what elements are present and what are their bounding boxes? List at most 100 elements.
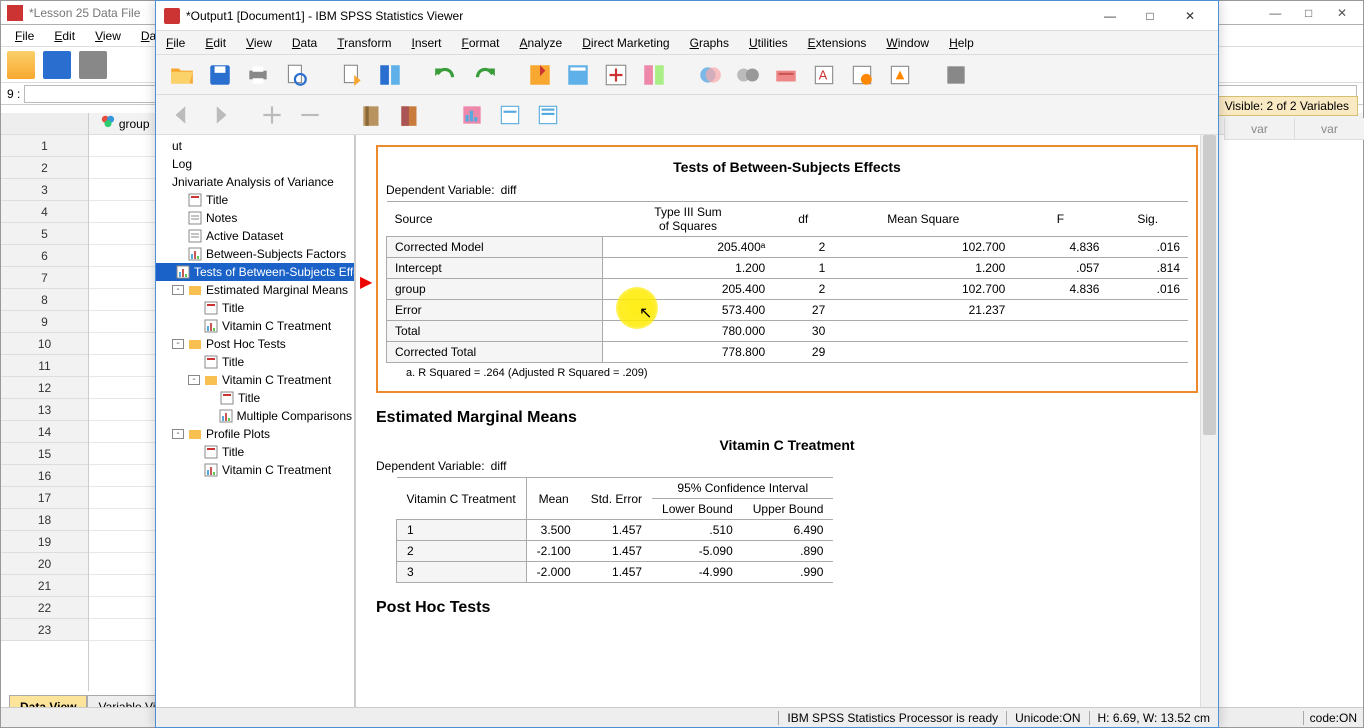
viewer-close-button[interactable]: ✕: [1170, 2, 1210, 30]
viewer-maximize-button[interactable]: □: [1130, 2, 1170, 30]
content-scrollbar[interactable]: [1200, 135, 1218, 707]
menu-help[interactable]: Help: [939, 36, 984, 50]
book-icon[interactable]: [394, 100, 426, 130]
row-header[interactable]: 12: [1, 377, 88, 399]
open-icon[interactable]: [166, 60, 198, 90]
outline-item[interactable]: Log: [156, 155, 354, 173]
row-header[interactable]: 16: [1, 465, 88, 487]
row-header[interactable]: 10: [1, 333, 88, 355]
tree-toggle-icon[interactable]: -: [188, 375, 200, 385]
row-header[interactable]: 5: [1, 223, 88, 245]
outline-pane[interactable]: utLogJnivariate Analysis of VarianceTitl…: [156, 135, 356, 707]
collapse-icon[interactable]: [294, 100, 326, 130]
row-header[interactable]: 6: [1, 245, 88, 267]
variables-icon[interactable]: [600, 60, 632, 90]
outline-item[interactable]: -Estimated Marginal Means: [156, 281, 354, 299]
col-var1[interactable]: var: [1224, 118, 1294, 139]
menu-extensions[interactable]: Extensions: [798, 36, 877, 50]
emm-table[interactable]: Vitamin C TreatmentMeanStd. Error95% Con…: [396, 477, 833, 583]
bg-close-button[interactable]: ✕: [1327, 6, 1357, 20]
goto-case-icon[interactable]: [562, 60, 594, 90]
row-header[interactable]: 4: [1, 201, 88, 223]
menu-file[interactable]: File: [156, 36, 195, 50]
outline-item[interactable]: Title: [156, 353, 354, 371]
print-icon[interactable]: [79, 51, 107, 79]
row-header[interactable]: 3: [1, 179, 88, 201]
row-header[interactable]: 9: [1, 311, 88, 333]
show-outline-icon[interactable]: [356, 100, 388, 130]
recall-dialog-icon[interactable]: [374, 60, 406, 90]
menu-utilities[interactable]: Utilities: [739, 36, 798, 50]
outline-item[interactable]: Jnivariate Analysis of Variance: [156, 173, 354, 191]
undo-icon[interactable]: [430, 60, 462, 90]
export-icon[interactable]: [336, 60, 368, 90]
bg-menu-view[interactable]: View: [85, 29, 131, 43]
menu-edit[interactable]: Edit: [195, 36, 236, 50]
outline-item[interactable]: Notes: [156, 209, 354, 227]
outline-item[interactable]: Title: [156, 299, 354, 317]
outline-item[interactable]: ut: [156, 137, 354, 155]
outline-item[interactable]: Active Dataset: [156, 227, 354, 245]
row-header[interactable]: 7: [1, 267, 88, 289]
split-file-icon[interactable]: [732, 60, 764, 90]
outline-item[interactable]: Title: [156, 389, 354, 407]
menu-direct-marketing[interactable]: Direct Marketing: [572, 36, 679, 50]
row-header[interactable]: 22: [1, 597, 88, 619]
row-header[interactable]: 17: [1, 487, 88, 509]
outline-item[interactable]: Vitamin C Treatment: [156, 317, 354, 335]
back-arrow-icon[interactable]: [166, 100, 198, 130]
tree-toggle-icon[interactable]: -: [172, 339, 184, 349]
output-content-pane[interactable]: ▶ Tests of Between-Subjects Effects Depe…: [356, 135, 1218, 707]
print-preview-icon[interactable]: [280, 60, 312, 90]
outline-item[interactable]: -Vitamin C Treatment: [156, 371, 354, 389]
forward-arrow-icon[interactable]: [204, 100, 236, 130]
tree-toggle-icon[interactable]: -: [172, 285, 184, 295]
bg-menu-edit[interactable]: Edit: [44, 29, 85, 43]
viewer-titlebar[interactable]: *Output1 [Document1] - IBM SPSS Statisti…: [156, 1, 1218, 31]
anova-pivot-table[interactable]: ▶ Tests of Between-Subjects Effects Depe…: [376, 145, 1198, 393]
outline-item[interactable]: -Profile Plots: [156, 425, 354, 443]
expand-icon[interactable]: [256, 100, 288, 130]
show-hide-icon[interactable]: [940, 60, 972, 90]
row-header[interactable]: 8: [1, 289, 88, 311]
row-header[interactable]: 20: [1, 553, 88, 575]
weight-cases-icon[interactable]: [770, 60, 802, 90]
menu-format[interactable]: Format: [452, 36, 510, 50]
row-header[interactable]: 13: [1, 399, 88, 421]
row-header[interactable]: 1: [1, 135, 88, 157]
menu-view[interactable]: View: [236, 36, 282, 50]
menu-analyze[interactable]: Analyze: [510, 36, 573, 50]
row-header[interactable]: 19: [1, 531, 88, 553]
row-header[interactable]: 2: [1, 157, 88, 179]
open-icon[interactable]: [7, 51, 35, 79]
outline-item[interactable]: Title: [156, 191, 354, 209]
menu-transform[interactable]: Transform: [327, 36, 401, 50]
save-icon[interactable]: [204, 60, 236, 90]
select-cases-icon[interactable]: [638, 60, 670, 90]
save-icon[interactable]: [43, 51, 71, 79]
row-header[interactable]: 21: [1, 575, 88, 597]
redo-icon[interactable]: [468, 60, 500, 90]
outline-item[interactable]: -Post Hoc Tests: [156, 335, 354, 353]
row-header[interactable]: 15: [1, 443, 88, 465]
row-header[interactable]: 14: [1, 421, 88, 443]
tree-toggle-icon[interactable]: -: [172, 429, 184, 439]
designate-window-icon[interactable]: [884, 60, 916, 90]
goto-data-icon[interactable]: [524, 60, 556, 90]
insert-cases-icon[interactable]: [694, 60, 726, 90]
heading-icon[interactable]: [532, 100, 564, 130]
outline-item[interactable]: Title: [156, 443, 354, 461]
outline-item[interactable]: Vitamin C Treatment: [156, 461, 354, 479]
chart-icon[interactable]: [456, 100, 488, 130]
row-header[interactable]: 18: [1, 509, 88, 531]
row-header[interactable]: 11: [1, 355, 88, 377]
bg-minimize-button[interactable]: —: [1260, 6, 1290, 20]
text-icon[interactable]: [494, 100, 526, 130]
menu-graphs[interactable]: Graphs: [680, 36, 739, 50]
col-var2[interactable]: var: [1294, 118, 1364, 139]
outline-item[interactable]: Tests of Between-Subjects Effec: [156, 263, 354, 281]
col-group[interactable]: group: [89, 113, 163, 134]
value-labels-icon[interactable]: A: [808, 60, 840, 90]
menu-insert[interactable]: Insert: [401, 36, 451, 50]
bg-menu-file[interactable]: File: [5, 29, 44, 43]
